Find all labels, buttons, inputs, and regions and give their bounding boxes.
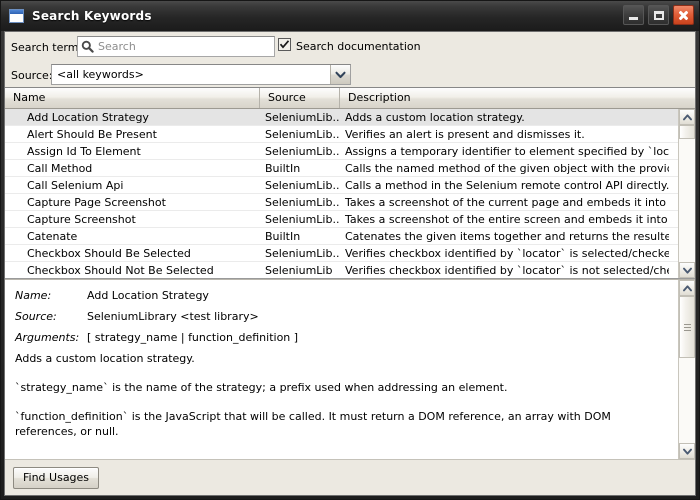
table-cell-description: Adds a custom location strategy. (340, 109, 669, 125)
column-header-name[interactable]: Name (5, 88, 260, 108)
search-documentation-checkbox[interactable] (278, 38, 291, 51)
table-cell-description: Calls a method in the Selenium remote co… (340, 177, 669, 193)
detail-name-value: Add Location Strategy (87, 288, 668, 303)
minimize-icon (629, 17, 638, 20)
table-row[interactable]: Capture Page ScreenshotSeleniumLib...Tak… (5, 194, 678, 211)
table-cell-description: Verifies checkbox identified by `locator… (340, 245, 669, 261)
table-cell-name: Alert Should Be Present (5, 126, 260, 142)
search-panel: Search term: Search documentation Source… (5, 32, 695, 87)
table-cell-name: Add Location Strategy (5, 109, 260, 125)
search-input[interactable] (98, 38, 271, 55)
table-cell-source: SeleniumLib... (260, 143, 340, 159)
column-header-source[interactable]: Source (260, 88, 340, 108)
search-input-wrapper[interactable] (77, 36, 275, 57)
documentation-paragraph: `strategy_name` is the name of the strat… (15, 380, 668, 395)
table-cell-name: Call Method (5, 160, 260, 176)
table-row[interactable]: CatenateBuiltInCatenates the given items… (5, 228, 678, 245)
detail-source-row: Source: SeleniumLibrary <test library> (15, 309, 668, 324)
detail-scroll-up-button[interactable] (679, 280, 695, 296)
table-cell-description: Calls the named method of the given obje… (340, 160, 669, 176)
source-dropdown-value: <all keywords> (52, 68, 330, 81)
keyword-table: Name Source Description Add Location Str… (5, 87, 695, 279)
detail-source-label: Source: (15, 309, 87, 324)
table-cell-source: SeleniumLib... (260, 211, 340, 227)
keyword-detail-content: Name: Add Location Strategy Source: Sele… (5, 280, 678, 459)
search-documentation-label: Search documentation (296, 40, 421, 53)
column-header-description[interactable]: Description (340, 88, 669, 108)
keyword-detail-panel: Name: Add Location Strategy Source: Sele… (5, 279, 695, 459)
table-cell-description: Takes a screenshot of the current page a… (340, 194, 669, 210)
detail-vertical-scrollbar[interactable] (678, 280, 695, 459)
table-cell-source: SeleniumLib (260, 262, 340, 278)
title-bar[interactable]: Search Keywords (1, 1, 699, 31)
table-cell-name: Capture Screenshot (5, 211, 260, 227)
documentation-paragraph: `function_definition` is the JavaScript … (15, 409, 668, 439)
detail-name-label: Name: (15, 288, 87, 303)
table-cell-description: Verifies checkbox identified by `locator… (340, 262, 669, 278)
detail-source-value: SeleniumLibrary <test library> (87, 309, 668, 324)
chevron-down-icon[interactable] (330, 65, 350, 84)
table-cell-name: Checkbox Should Not Be Selected (5, 262, 260, 278)
scroll-up-button[interactable] (679, 109, 695, 125)
table-cell-name: Assign Id To Element (5, 143, 260, 159)
table-cell-name: Call Selenium Api (5, 177, 260, 193)
table-row[interactable]: Checkbox Should Be SelectedSeleniumLib..… (5, 245, 678, 262)
table-cell-name: Catenate (5, 228, 260, 244)
table-row[interactable]: Add Location StrategySeleniumLib...Adds … (5, 109, 678, 126)
table-cell-description: Catenates the given items together and r… (340, 228, 669, 244)
search-term-label: Search term: (11, 41, 82, 54)
minimize-button[interactable] (623, 5, 644, 25)
table-body-wrapper: Add Location StrategySeleniumLib...Adds … (5, 109, 695, 278)
search-icon (81, 40, 95, 53)
table-cell-source: SeleniumLib... (260, 194, 340, 210)
detail-scroll-track[interactable] (679, 296, 695, 443)
table-cell-source: BuiltIn (260, 160, 340, 176)
search-keywords-window: Search Keywords Search term: (0, 0, 700, 500)
table-row[interactable]: Call Selenium ApiSeleniumLib...Calls a m… (5, 177, 678, 194)
table-cell-name: Capture Page Screenshot (5, 194, 260, 210)
table-scroll-track[interactable] (679, 125, 695, 262)
detail-scroll-down-button[interactable] (679, 443, 695, 459)
table-vertical-scrollbar[interactable] (678, 109, 695, 278)
table-row[interactable]: Assign Id To ElementSeleniumLib...Assign… (5, 143, 678, 160)
detail-arguments-row: Arguments: [ strategy_name | function_de… (15, 330, 668, 345)
table-scroll-thumb[interactable] (679, 125, 695, 139)
detail-name-row: Name: Add Location Strategy (15, 288, 668, 303)
table-cell-description: Takes a screenshot of the entire screen … (340, 211, 669, 227)
documentation-paragraph: Adds a custom location strategy. (15, 351, 668, 366)
close-icon (678, 10, 689, 21)
table-row[interactable]: Checkbox Should Not Be SelectedSeleniumL… (5, 262, 678, 278)
table-cell-source: SeleniumLib... (260, 109, 340, 125)
maximize-button[interactable] (648, 5, 669, 25)
source-dropdown[interactable]: <all keywords> (51, 64, 351, 85)
table-body: Add Location StrategySeleniumLib...Adds … (5, 109, 678, 278)
scroll-down-button[interactable] (679, 262, 695, 278)
detail-arguments-value: [ strategy_name | function_definition ] (87, 330, 668, 345)
close-button[interactable] (673, 5, 694, 25)
scroll-thumb-grip-icon (684, 322, 691, 333)
table-cell-name: Checkbox Should Be Selected (5, 245, 260, 261)
table-cell-source: SeleniumLib... (260, 245, 340, 261)
table-cell-source: BuiltIn (260, 228, 340, 244)
table-row[interactable]: Call MethodBuiltInCalls the named method… (5, 160, 678, 177)
table-header-row: Name Source Description (5, 88, 695, 109)
table-cell-source: SeleniumLib... (260, 177, 340, 193)
table-row[interactable]: Alert Should Be PresentSeleniumLib...Ver… (5, 126, 678, 143)
checkmark-icon (279, 39, 290, 50)
window-controls (623, 5, 694, 25)
detail-scroll-thumb[interactable] (679, 296, 695, 358)
table-cell-description: Verifies an alert is present and dismiss… (340, 126, 669, 142)
detail-documentation: Adds a custom location strategy. `strateg… (15, 351, 668, 439)
detail-arguments-label: Arguments: (15, 330, 87, 345)
window-title: Search Keywords (32, 9, 152, 23)
window-icon (9, 9, 24, 23)
table-cell-source: SeleniumLib... (260, 126, 340, 142)
table-cell-description: Assigns a temporary identifier to elemen… (340, 143, 669, 159)
maximize-icon (654, 11, 664, 20)
dialog-client-area: Search term: Search documentation Source… (4, 31, 696, 496)
table-row[interactable]: Capture ScreenshotSeleniumLib...Takes a … (5, 211, 678, 228)
source-label: Source: (11, 69, 53, 82)
find-usages-button[interactable]: Find Usages (13, 467, 99, 489)
dialog-footer: Find Usages (5, 459, 695, 495)
